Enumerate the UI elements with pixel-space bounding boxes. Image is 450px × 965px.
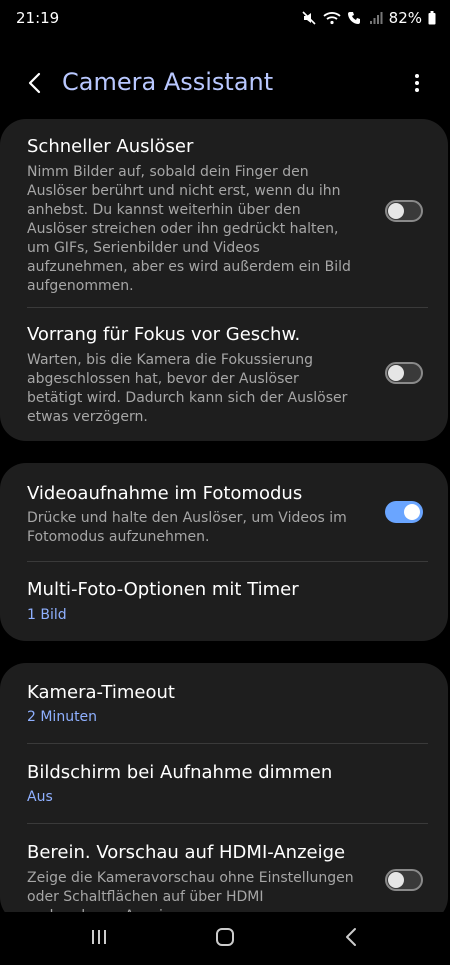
status-time: 21:19 (16, 9, 60, 27)
status-bar: 21:19 82% (0, 0, 450, 40)
settings-card-shutter: Schneller Auslöser Nimm Bilder auf, soba… (0, 119, 448, 441)
setting-description: Nimm Bilder auf, sobald dein Finger den … (27, 164, 351, 294)
setting-multi-photo-timer[interactable]: Multi-Foto-Optionen mit Timer 1 Bild (0, 562, 448, 641)
settings-card-misc: Kamera-Timeout 2 Minuten Bildschirm bei … (0, 663, 448, 923)
setting-video-in-photo-mode[interactable]: Videoaufnahme im Fotomodus Drücke und ha… (0, 463, 448, 561)
setting-fast-shutter[interactable]: Schneller Auslöser Nimm Bilder auf, soba… (0, 119, 448, 307)
app-bar: Camera Assistant (0, 62, 450, 108)
video-in-photo-mode-toggle[interactable] (385, 501, 423, 523)
navigation-bar (0, 912, 450, 965)
setting-value: 2 Minuten (27, 709, 98, 725)
setting-description: Warten, bis die Kamera die Fokussierung … (27, 352, 348, 425)
mute-icon (301, 10, 317, 26)
setting-title: Multi-Foto-Optionen mit Timer (27, 579, 299, 600)
back-nav-button[interactable] (334, 924, 368, 954)
setting-title: Videoaufnahme im Fotomodus (27, 483, 303, 504)
back-nav-icon (344, 927, 358, 951)
status-icons: 82% (301, 9, 436, 27)
setting-title: Bildschirm bei Aufnahme dimmen (27, 762, 333, 783)
setting-title: Schneller Auslöser (27, 136, 194, 157)
signal-icon (369, 11, 383, 25)
setting-value: 1 Bild (27, 607, 67, 623)
setting-value: Aus (27, 789, 53, 805)
setting-dim-screen[interactable]: Bildschirm bei Aufnahme dimmen Aus (0, 744, 448, 823)
more-vertical-icon (414, 73, 420, 97)
focus-priority-toggle[interactable] (385, 362, 423, 384)
back-button[interactable] (20, 70, 50, 100)
more-options-button[interactable] (402, 70, 432, 100)
setting-title: Vorrang für Fokus vor Geschw. (27, 324, 301, 345)
setting-description: Drücke und halte den Auslöser, um Videos… (27, 510, 347, 545)
fast-shutter-toggle[interactable] (385, 200, 423, 222)
settings-card-video: Videoaufnahme im Fotomodus Drücke und ha… (0, 463, 448, 641)
recent-apps-button[interactable] (82, 924, 116, 954)
battery-text: 82% (388, 9, 422, 27)
home-button[interactable] (208, 924, 242, 954)
setting-clean-hdmi-preview[interactable]: Berein. Vorschau auf HDMI-Anzeige Zeige … (0, 824, 448, 923)
wifi-icon (323, 10, 341, 26)
clean-hdmi-preview-toggle[interactable] (385, 869, 423, 891)
setting-focus-priority[interactable]: Vorrang für Fokus vor Geschw. Warten, bi… (0, 308, 448, 441)
setting-camera-timeout[interactable]: Kamera-Timeout 2 Minuten (0, 663, 448, 743)
page-title: Camera Assistant (62, 68, 274, 96)
setting-title: Kamera-Timeout (27, 682, 175, 703)
chevron-left-icon (27, 72, 43, 98)
setting-title: Berein. Vorschau auf HDMI-Anzeige (27, 842, 346, 863)
home-icon (215, 927, 235, 951)
recent-apps-icon (90, 928, 108, 950)
battery-icon (428, 11, 436, 25)
wifi-call-icon (347, 10, 363, 26)
